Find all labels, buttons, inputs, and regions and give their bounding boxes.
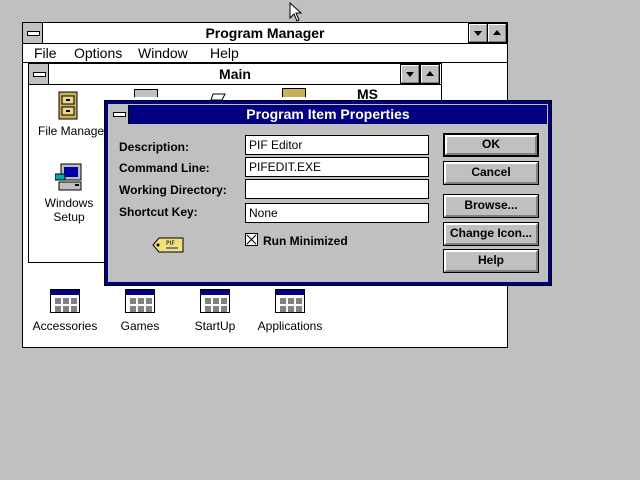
main-minimize-button[interactable] (400, 64, 420, 84)
hidden-icon-1[interactable] (134, 89, 158, 97)
description-label: Description: (119, 140, 190, 154)
main-maximize-button[interactable] (420, 64, 440, 84)
command-line-label: Command Line: (119, 161, 210, 175)
maximize-button[interactable] (487, 23, 507, 43)
main-system-menu-button[interactable] (29, 64, 49, 84)
main-group-title: Main (219, 66, 251, 82)
hidden-icon-2[interactable] (209, 90, 229, 101)
minimize-icon (406, 72, 414, 77)
working-directory-label: Working Directory: (119, 183, 227, 197)
working-directory-field[interactable] (245, 179, 429, 199)
description-field[interactable]: PIF Editor (245, 135, 429, 155)
change-icon-button[interactable]: Change Icon... (443, 222, 539, 246)
games-label: Games (120, 319, 160, 333)
accessories-group-icon[interactable] (50, 289, 80, 313)
shortcut-key-field[interactable]: None (245, 203, 429, 223)
windows-setup-label: Windows Setup (44, 196, 94, 224)
menu-bar: File Options Window Help (23, 44, 507, 63)
minimize-button[interactable] (468, 23, 488, 43)
accessories-label: Accessories (32, 319, 98, 333)
menu-help[interactable]: Help (210, 44, 239, 62)
shortcut-key-label: Shortcut Key: (119, 205, 198, 219)
applications-group-icon[interactable] (275, 289, 305, 313)
program-manager-title: Program Manager (205, 25, 325, 41)
pif-icon[interactable]: PIF (151, 234, 185, 256)
ok-button[interactable]: OK (443, 133, 539, 157)
dialog-titlebar[interactable]: Program Item Properties (109, 105, 547, 124)
file-manager-icon[interactable] (57, 91, 81, 121)
browse-button[interactable]: Browse... (443, 194, 539, 218)
run-minimized-label[interactable]: Run Minimized (263, 234, 348, 248)
windows-setup-icon[interactable] (54, 162, 87, 194)
help-button[interactable]: Help (443, 249, 539, 273)
program-item-properties-dialog: Program Item Properties Description: PIF… (104, 100, 552, 286)
maximize-icon (426, 71, 434, 76)
hidden-icon-3[interactable] (282, 88, 306, 97)
menu-window[interactable]: Window (138, 44, 188, 62)
file-manager-label: File Manager (38, 124, 109, 138)
dialog-system-menu-button[interactable] (109, 105, 129, 124)
system-menu-button[interactable] (23, 23, 43, 43)
menu-options[interactable]: Options (74, 44, 122, 62)
dialog-title: Program Item Properties (246, 106, 410, 122)
program-manager-titlebar[interactable]: Program Manager (23, 23, 507, 44)
minimize-icon (474, 31, 482, 36)
games-group-icon[interactable] (125, 289, 155, 313)
run-minimized-checkbox[interactable] (245, 233, 258, 246)
pif-icon-text: PIF (166, 240, 175, 247)
startup-group-icon[interactable] (200, 289, 230, 313)
maximize-icon (493, 30, 501, 35)
menu-file[interactable]: File (34, 44, 57, 62)
main-group-titlebar[interactable]: Main (29, 64, 441, 85)
cancel-button[interactable]: Cancel (443, 161, 539, 185)
command-line-field[interactable]: PIFEDIT.EXE (245, 157, 429, 177)
mouse-cursor-icon (289, 1, 303, 25)
startup-label: StartUp (194, 319, 236, 333)
applications-label: Applications (257, 319, 323, 333)
